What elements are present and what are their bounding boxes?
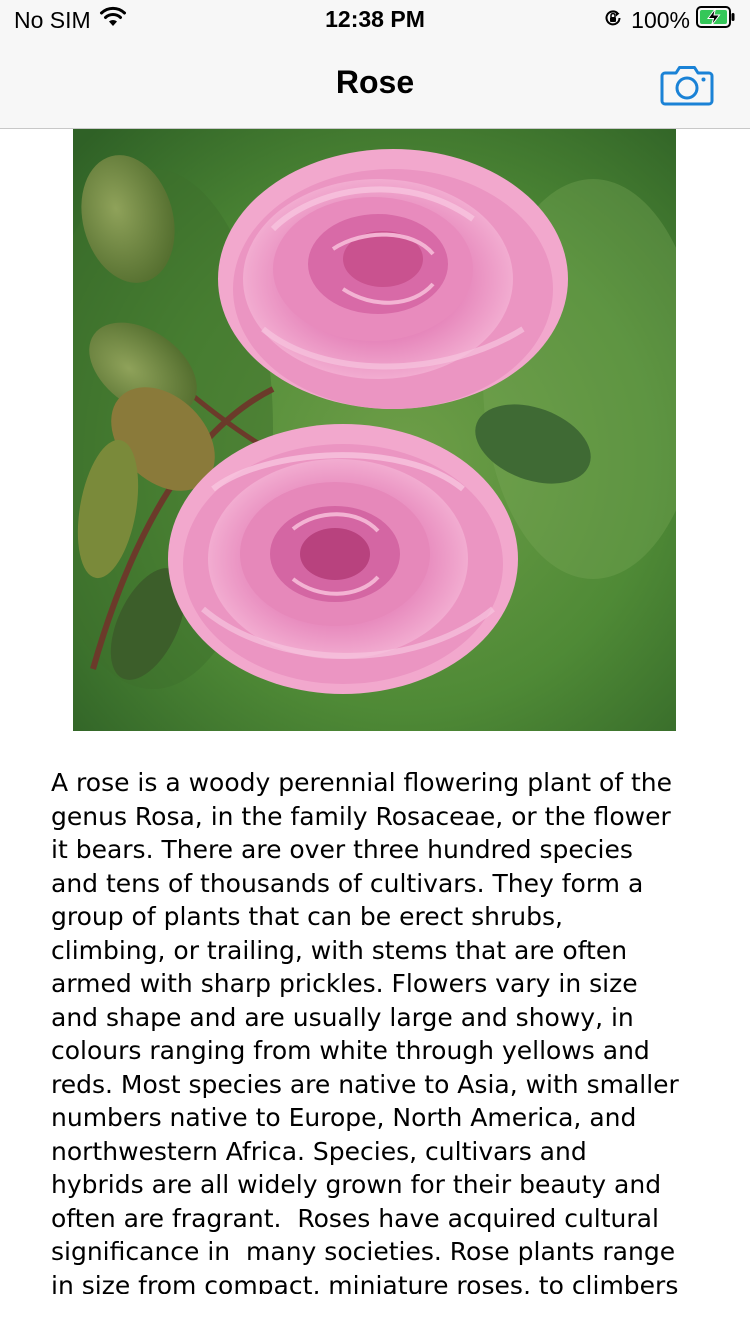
battery-charging-icon bbox=[696, 6, 736, 34]
battery-percent: 100% bbox=[631, 6, 690, 33]
camera-button[interactable] bbox=[660, 64, 714, 106]
page-title: Rose bbox=[335, 64, 415, 100]
rose-description: A rose is a woody perennial flowering pl… bbox=[51, 768, 679, 1294]
camera-icon bbox=[660, 66, 714, 106]
status-right: 100% bbox=[603, 6, 736, 34]
navigation-bar: Rose bbox=[0, 40, 750, 129]
rose-photo bbox=[73, 129, 676, 731]
orientation-lock-icon bbox=[603, 7, 623, 34]
status-bar: No SIM 12:38 PM 100% bbox=[0, 0, 750, 40]
